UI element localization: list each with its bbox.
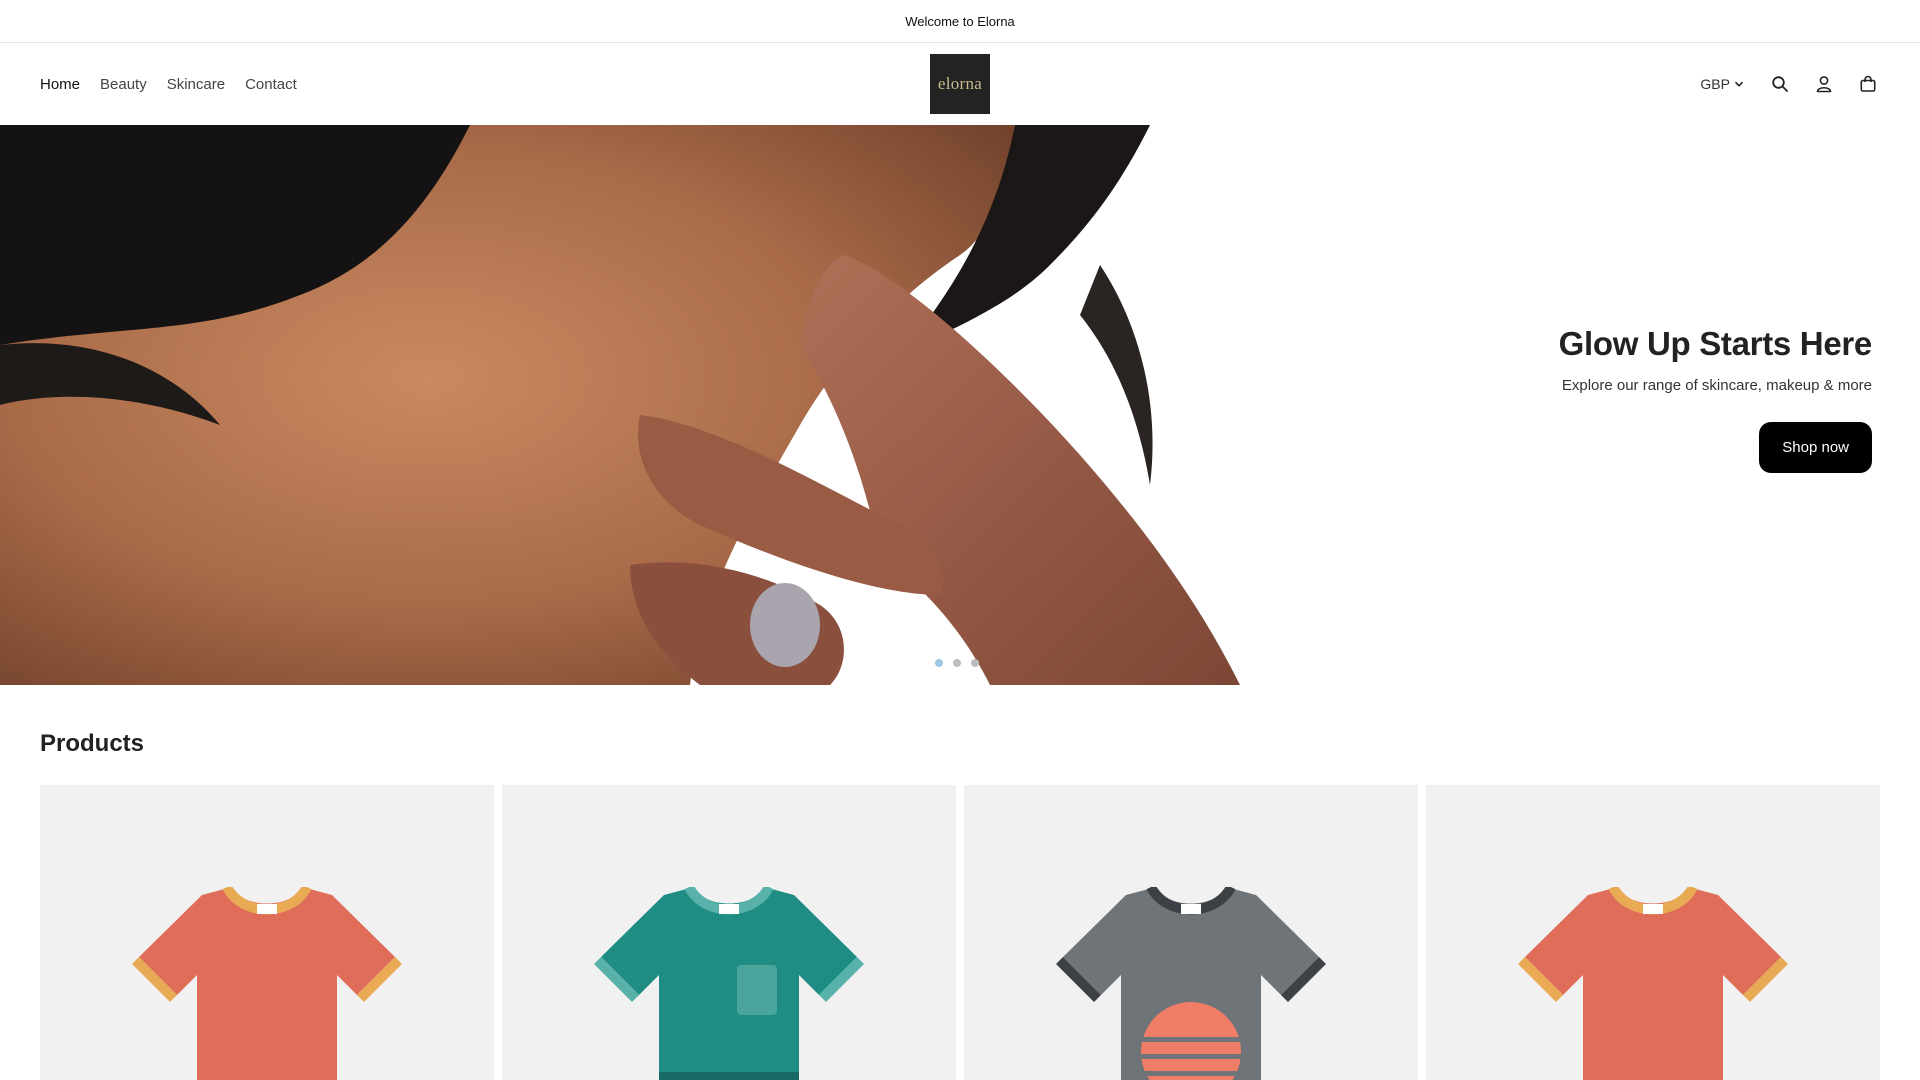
product-card[interactable] — [502, 785, 956, 1080]
hero-image — [0, 125, 1260, 685]
product-card[interactable] — [40, 785, 494, 1080]
slider-dot-1[interactable] — [935, 659, 943, 667]
hero-content: Glow Up Starts Here Explore our range of… — [1352, 325, 1872, 473]
currency-selector[interactable]: GBP — [1700, 76, 1744, 92]
nav-home[interactable]: Home — [40, 76, 80, 93]
nav-skincare[interactable]: Skincare — [167, 76, 225, 93]
hero-title: Glow Up Starts Here — [1558, 325, 1873, 362]
announcement-text: Welcome to Elorna — [905, 13, 1015, 29]
nav-beauty[interactable]: Beauty — [100, 76, 147, 93]
products-heading: Products — [40, 730, 145, 757]
logo[interactable]: elorna — [930, 54, 990, 114]
slider-dot-2[interactable] — [953, 659, 961, 667]
announcement-bar: Welcome to Elorna — [0, 0, 1920, 43]
logo-text: elorna — [937, 74, 983, 93]
hero-subtitle: Explore our range of skincare, makeup & … — [1561, 377, 1872, 394]
slider-dot-3[interactable] — [971, 659, 979, 667]
tshirt-image — [132, 887, 402, 1080]
tshirt-image — [1056, 887, 1326, 1080]
shop-now-button[interactable]: Shop now — [1759, 422, 1872, 473]
tshirt-image — [594, 887, 864, 1080]
hero-banner: Glow Up Starts Here Explore our range of… — [0, 125, 1920, 685]
search-icon[interactable] — [1768, 72, 1792, 96]
product-grid — [40, 785, 1880, 1080]
site-header: Home Beauty Skincare Contact elorna GBP — [0, 43, 1920, 125]
chevron-down-icon — [1734, 81, 1744, 87]
account-icon[interactable] — [1812, 72, 1836, 96]
currency-label: GBP — [1700, 76, 1730, 92]
cart-icon[interactable] — [1856, 72, 1880, 96]
product-card[interactable] — [964, 785, 1418, 1080]
header-actions: GBP — [1700, 43, 1880, 125]
nav-contact[interactable]: Contact — [245, 76, 297, 93]
product-card[interactable] — [1426, 785, 1880, 1080]
slider-dots — [935, 659, 979, 667]
main-nav: Home Beauty Skincare Contact — [40, 43, 297, 125]
tshirt-image — [1518, 887, 1788, 1080]
